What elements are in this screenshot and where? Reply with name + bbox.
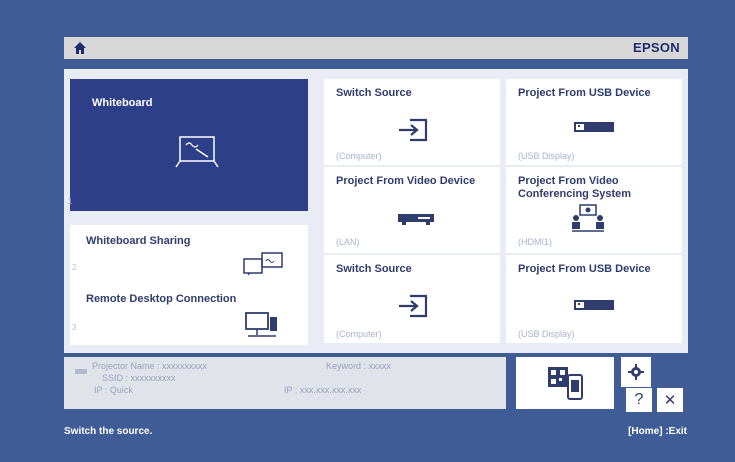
left-list-panel: Whiteboard Sharing 2 Remote Desktop Conn…: [70, 225, 308, 345]
close-button[interactable]: ✕: [657, 388, 683, 412]
source-subtitle: (USB Display): [518, 329, 575, 339]
source-tile-switch-source-2[interactable]: Switch Source (Computer): [324, 255, 500, 343]
help-button[interactable]: ?: [626, 388, 652, 412]
source-title: Project From USB Device: [518, 263, 651, 275]
source-subtitle: (Computer): [336, 151, 382, 161]
whiteboard-icon: [168, 133, 226, 171]
edge-number: 3: [72, 323, 77, 332]
remote-desktop-tile[interactable]: Remote Desktop Connection 3: [70, 285, 308, 345]
projector-info-bar: Projector Name : xxxxxxxxxx Keyword : xx…: [64, 357, 506, 409]
whiteboard-sharing-tile[interactable]: Whiteboard Sharing 2: [70, 225, 308, 285]
source-subtitle: (USB Display): [518, 151, 575, 161]
main-panel: Whiteboard 1 Whiteboard Sharing 2 Remote…: [64, 69, 688, 353]
remote-desktop-label: Remote Desktop Connection: [86, 293, 237, 305]
input-arrow-icon: [396, 293, 430, 319]
home-icon[interactable]: [72, 40, 88, 56]
input-arrow-icon: [396, 117, 430, 143]
projector-name: Projector Name : xxxxxxxxxx: [92, 361, 208, 371]
source-subtitle: (HDMI1): [518, 237, 552, 247]
settings-button[interactable]: [621, 357, 651, 387]
source-tile-video-device[interactable]: Project From Video Device (LAN): [324, 167, 500, 253]
whiteboard-title: Whiteboard: [92, 97, 153, 109]
source-tile-switch-source[interactable]: Switch Source (Computer): [324, 79, 500, 165]
source-subtitle: (LAN): [336, 237, 360, 247]
epson-logo: EPSON: [632, 40, 680, 55]
keyword: Keyword : xxxxx: [326, 361, 392, 371]
ssid: SSID : xxxxxxxxxx: [102, 373, 176, 383]
qr-code-button[interactable]: [516, 357, 614, 409]
qr-code-icon: [546, 365, 586, 401]
source-title: Project From Video Conferencing System: [518, 175, 632, 200]
exit-hint: [Home] :Exit: [628, 426, 687, 437]
conference-icon: [568, 203, 608, 233]
whiteboard-sharing-label: Whiteboard Sharing: [86, 235, 191, 247]
source-title: Project From Video Device: [336, 175, 476, 187]
ip-address: IP : xxx.xxx.xxx.xxx: [284, 385, 362, 395]
source-title: Switch Source: [336, 87, 412, 99]
usb-icon: [572, 119, 616, 135]
source-subtitle: (Computer): [336, 329, 382, 339]
projector-icon: [74, 363, 88, 374]
source-tile-usb-device-2[interactable]: Project From USB Device (USB Display): [506, 255, 682, 343]
usb-icon: [572, 297, 616, 313]
ip-mode: IP : Quick: [94, 385, 133, 395]
header-bar: EPSON: [64, 37, 688, 59]
source-tile-usb-device[interactable]: Project From USB Device (USB Display): [506, 79, 682, 165]
help-icon: ?: [634, 391, 644, 408]
gear-icon: [627, 363, 645, 381]
edge-number: 1: [68, 197, 73, 206]
status-hint: Switch the source.: [64, 426, 153, 437]
whiteboard-tile[interactable]: Whiteboard 1: [68, 79, 308, 211]
remote-desktop-icon: [244, 311, 280, 339]
source-tile-video-conferencing[interactable]: Project From Video Conferencing System (…: [506, 167, 682, 253]
close-icon: ✕: [663, 392, 677, 409]
source-title: Project From USB Device: [518, 87, 651, 99]
whiteboard-sharing-icon: [240, 251, 286, 277]
source-title: Switch Source: [336, 263, 412, 275]
edge-number: 2: [72, 263, 77, 272]
video-device-icon: [396, 211, 436, 227]
